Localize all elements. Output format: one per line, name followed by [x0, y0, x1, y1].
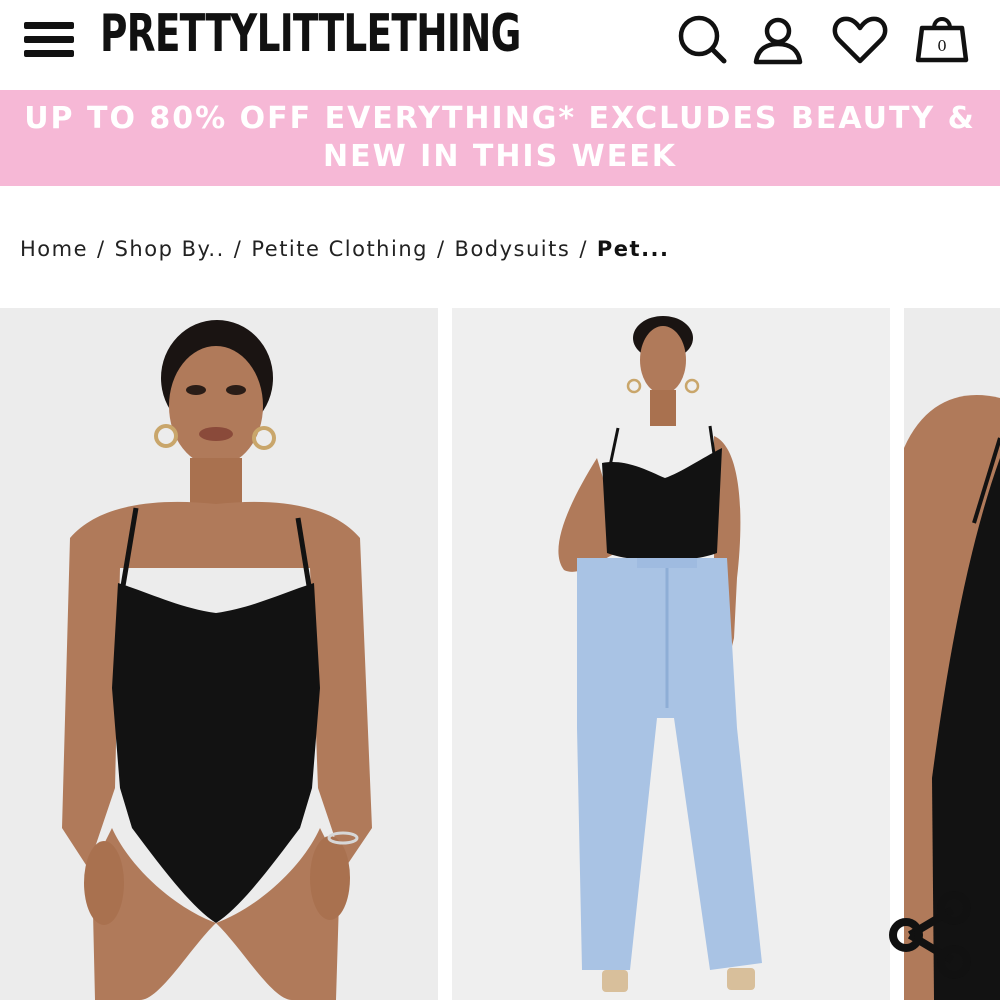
product-gallery	[0, 308, 1000, 1000]
menu-icon[interactable]	[24, 20, 76, 60]
breadcrumb: Home / Shop By.. / Petite Clothing / Bod…	[20, 232, 670, 266]
heart-icon[interactable]	[830, 10, 890, 70]
breadcrumb-shop-by[interactable]: Shop By..	[115, 237, 225, 261]
breadcrumb-current: Pet...	[596, 237, 670, 261]
brand-logo[interactable]: PRETTYLITTLETHING	[100, 4, 521, 64]
breadcrumb-separator: /	[97, 237, 106, 261]
promo-text: UP TO 80% OFF EVERYTHING* EXCLUDES BEAUT…	[24, 101, 976, 174]
shopping-bag-icon[interactable]: 0	[912, 10, 972, 70]
menu-line	[24, 36, 74, 43]
breadcrumb-petite-clothing[interactable]: Petite Clothing	[251, 237, 428, 261]
product-photo-full-length[interactable]	[452, 308, 890, 1000]
bag-count-badge: 0	[937, 37, 947, 55]
promo-banner[interactable]: UP TO 80% OFF EVERYTHING* EXCLUDES BEAUT…	[0, 90, 1000, 186]
share-icon[interactable]	[884, 890, 974, 980]
site-header: PRETTYLITTLETHING 0	[0, 0, 1000, 88]
breadcrumb-bodysuits[interactable]: Bodysuits	[455, 237, 571, 261]
breadcrumb-home[interactable]: Home	[20, 237, 88, 261]
breadcrumb-separator: /	[579, 237, 588, 261]
menu-line	[24, 50, 74, 57]
menu-line	[24, 22, 74, 29]
breadcrumb-separator: /	[233, 237, 243, 261]
account-icon[interactable]	[748, 10, 808, 70]
product-photo-front-closeup[interactable]	[0, 308, 438, 1000]
breadcrumb-separator: /	[436, 237, 446, 261]
search-icon[interactable]	[672, 10, 732, 70]
